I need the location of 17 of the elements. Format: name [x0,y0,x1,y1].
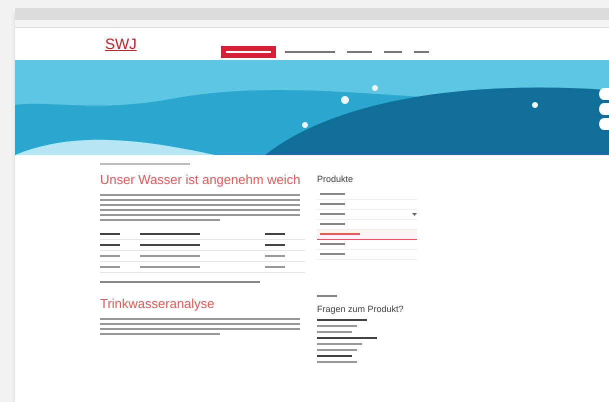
text-line [317,343,362,345]
text-line [317,331,352,333]
text-line [317,319,367,321]
text-line [317,355,352,357]
page-heading: Unser Wasser ist angenehm weich [100,171,300,189]
back-link[interactable] [317,294,337,296]
text-line [317,349,357,351]
contact-title: Fragen zum Produkt? [317,302,405,316]
text-line [317,361,357,363]
nav-item[interactable] [221,46,276,58]
logo[interactable]: SWJ [105,37,205,52]
section-heading: Trinkwasseranalyse [100,295,214,313]
sidebar-item[interactable] [317,230,417,240]
chevron-down-icon [412,212,417,216]
text-line [317,325,357,327]
text-line [317,337,377,339]
sidebar-title: Produkte [317,173,354,186]
